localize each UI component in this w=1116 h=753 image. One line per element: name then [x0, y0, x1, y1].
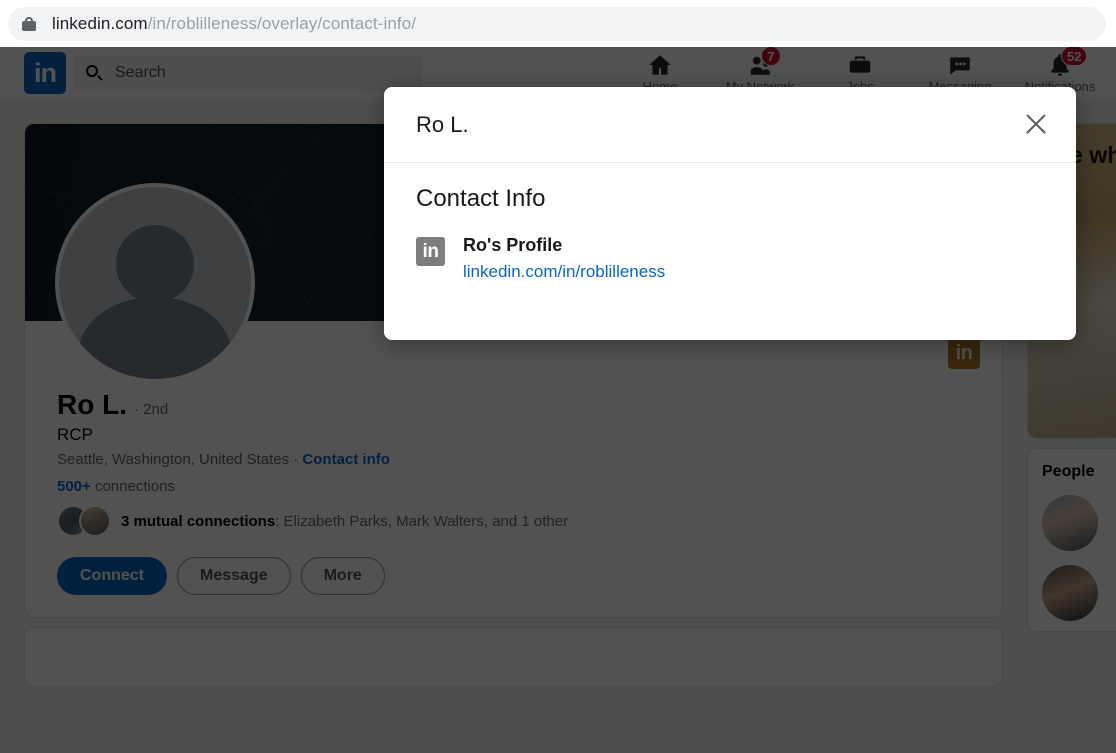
home-icon	[647, 52, 673, 78]
mutual-avatar-2	[79, 505, 111, 537]
more-button[interactable]: More	[300, 557, 385, 595]
contact-entry: in Ro's Profile linkedin.com/in/roblille…	[416, 235, 1044, 282]
page-title: Ro L.	[57, 389, 127, 420]
modal-header: Ro L.	[384, 87, 1076, 163]
contact-info-heading: Contact Info	[416, 185, 546, 212]
mutual-names: : Elizabeth Parks, Mark Walters, and 1 o…	[275, 512, 569, 530]
badge-my-network: 7	[761, 47, 781, 66]
search-placeholder: Search	[115, 64, 166, 81]
location-row: Seattle, Washington, United States · Con…	[57, 451, 970, 468]
linkedin-logo-icon[interactable]: in	[24, 52, 66, 94]
search-input[interactable]: Search	[74, 55, 422, 91]
connect-button[interactable]: Connect	[57, 557, 167, 595]
search-icon	[86, 64, 103, 82]
profile-headline: RCP	[57, 425, 93, 444]
people-also-viewed-card: People	[1027, 448, 1116, 632]
notifications-icon: 52	[1047, 47, 1088, 78]
people-card-title: People	[1042, 463, 1095, 480]
modal-title: Ro L.	[416, 111, 469, 137]
contact-info-link[interactable]: Contact info	[302, 451, 390, 468]
url-host: linkedin.com	[52, 13, 148, 33]
modal-body: Contact Info in Ro's Profile linkedin.co…	[384, 163, 1076, 282]
jobs-icon	[847, 52, 873, 78]
contact-texts: Ro's Profile linkedin.com/in/roblillenes…	[463, 235, 665, 282]
linkedin-icon: in	[416, 237, 445, 266]
profile-details: in Ro L. · 2nd RCP Seattle, Washington, …	[25, 183, 1002, 617]
connections-number: 500+	[57, 478, 91, 495]
avatar[interactable]	[55, 183, 255, 383]
contact-info-modal: Ro L. Contact Info in Ro's Profile linke…	[384, 87, 1076, 340]
mutual-connections-row[interactable]: 3 mutual connections: Elizabeth Parks, M…	[57, 505, 970, 537]
location-text: Seattle, Washington, United States ·	[57, 451, 299, 468]
profile-actions: Connect Message More	[57, 557, 970, 595]
my-network-icon: 7	[747, 47, 781, 78]
linkedin-badge-icon: in	[948, 337, 980, 369]
messaging-icon	[947, 52, 973, 78]
list-item[interactable]	[1042, 495, 1116, 551]
person-avatar-1	[1042, 495, 1098, 551]
next-section-card	[24, 627, 1003, 687]
mutual-count: 3 mutual connections	[121, 512, 276, 530]
browser-toolbar: linkedin.com/in/roblilleness/overlay/con…	[0, 0, 1116, 47]
lock-icon	[22, 16, 36, 32]
mutual-connections-text: 3 mutual connections: Elizabeth Parks, M…	[121, 513, 568, 530]
url-path: /in/roblilleness/overlay/contact-info/	[147, 13, 417, 33]
degree-badge: · 2nd	[134, 401, 169, 418]
list-item[interactable]	[1042, 565, 1116, 621]
connections-label: connections	[90, 478, 176, 495]
close-icon[interactable]	[1016, 105, 1056, 145]
contact-profile-link[interactable]: linkedin.com/in/roblilleness	[463, 262, 665, 282]
address-bar[interactable]: linkedin.com/in/roblilleness/overlay/con…	[8, 6, 1106, 41]
connections-count[interactable]: 500+ connections	[57, 478, 970, 495]
person-avatar-2	[1042, 565, 1098, 621]
mutual-avatars	[57, 505, 113, 537]
message-button[interactable]: Message	[177, 557, 291, 595]
url-text: linkedin.com/in/roblilleness/overlay/con…	[52, 14, 416, 34]
contact-entry-label: Ro's Profile	[463, 235, 563, 255]
badge-notifications: 52	[1061, 47, 1088, 66]
